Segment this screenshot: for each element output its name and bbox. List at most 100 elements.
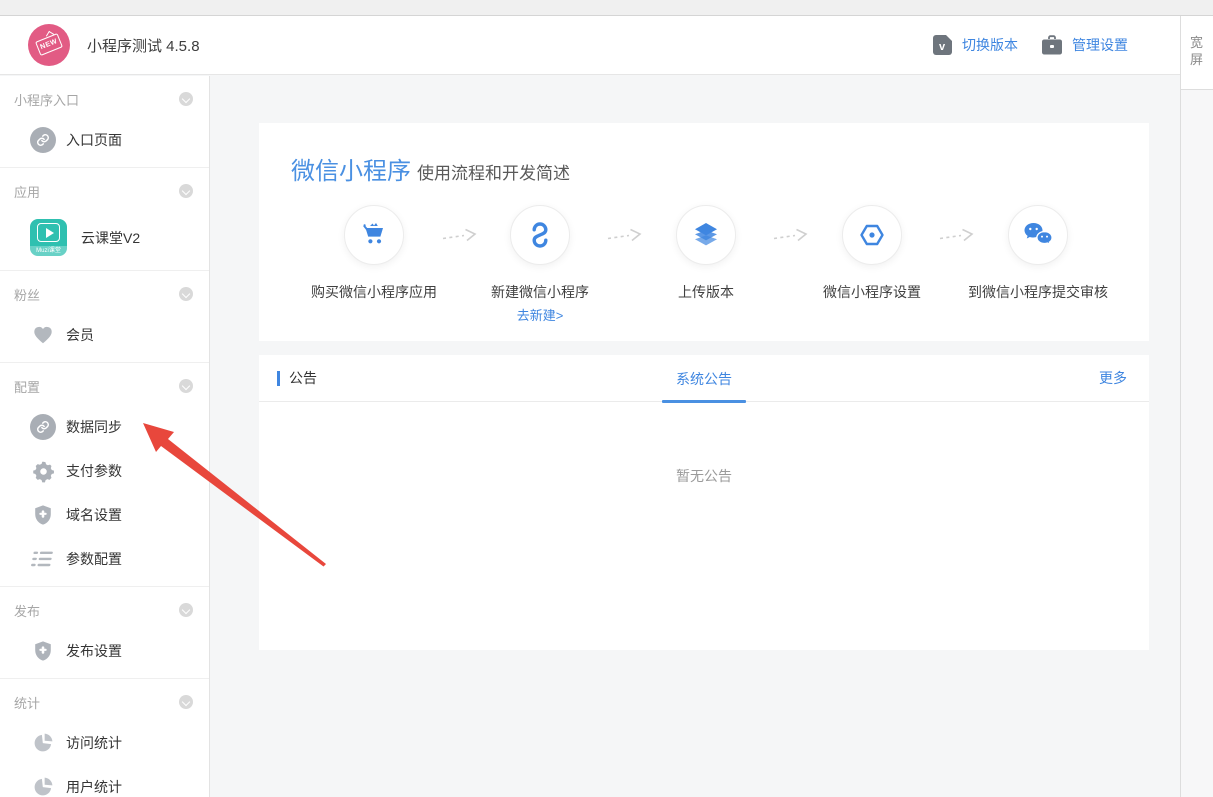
gear-icon (30, 458, 56, 484)
notice-title: 公告 (289, 368, 317, 388)
sidebar: 小程序入口 入口页面 应用 Muzi课堂 云课堂V2 粉丝 (0, 76, 210, 797)
sidebar-section-label: 应用 (14, 182, 40, 201)
flow-step-label: 微信小程序设置 (823, 282, 921, 302)
flow-step-label: 上传版本 (678, 282, 734, 302)
switch-version-link[interactable]: 切换版本 (962, 35, 1018, 55)
link-icon (30, 414, 56, 440)
notice-header: 公告 系统公告 更多 (259, 355, 1149, 402)
main-content: 微信小程序 使用流程和开发简述 购买微信小程序应用 新建微信小程序 去新建> (210, 76, 1180, 797)
sidebar-section-label: 统计 (14, 693, 40, 712)
flow-title-highlight: 微信小程序 (291, 151, 411, 186)
sidebar-item-label: 域名设置 (66, 505, 122, 525)
sidebar-item-domain-settings[interactable]: 域名设置 (0, 502, 209, 528)
sidebar-item-user-stats[interactable]: 用户统计 (0, 774, 209, 797)
shield-icon (30, 638, 56, 664)
sidebar-section-label: 配置 (14, 377, 40, 396)
dashed-arrow-icon (441, 226, 479, 244)
new-badge-logo-icon: NEW (28, 24, 70, 66)
notice-card: 公告 系统公告 更多 暂无公告 (259, 355, 1149, 650)
shield-icon (30, 502, 56, 528)
app-header: NEW 小程序测试 4.5.8 v 切换版本 管理设置 (0, 16, 1180, 75)
sidebar-item-entry-page[interactable]: 入口页面 (0, 127, 209, 153)
sidebar-section-apps: 应用 Muzi课堂 云课堂V2 (0, 168, 209, 271)
sidebar-section-label: 粉丝 (14, 285, 40, 304)
chevron-down-icon[interactable] (179, 695, 193, 709)
go-create-link[interactable]: 去新建> (517, 305, 564, 324)
sidebar-section-fans: 粉丝 会员 (0, 271, 209, 363)
flow-step-label: 到微信小程序提交审核 (968, 282, 1108, 302)
tab-system-notice[interactable]: 系统公告 (676, 355, 732, 402)
right-edge-panel: 宽 屏 (1180, 16, 1213, 797)
sidebar-item-label: 发布设置 (66, 641, 122, 661)
sidebar-item-label: 用户统计 (66, 777, 122, 797)
flow-title-rest: 使用流程和开发简述 (417, 159, 570, 184)
dashed-arrow-icon (772, 226, 810, 244)
sidebar-item-visit-stats[interactable]: 访问统计 (0, 730, 209, 756)
flow-step-buy: 购买微信小程序应用 (291, 205, 457, 324)
sidebar-section-publish: 发布 发布设置 (0, 587, 209, 679)
brand: NEW 小程序测试 4.5.8 (28, 24, 200, 66)
sidebar-section-config: 配置 数据同步 支付参数 域名设置 参数配置 (0, 363, 209, 587)
sidebar-section-stats: 统计 访问统计 用户统计 (0, 679, 209, 797)
flow-step-upload: 上传版本 (623, 205, 789, 324)
sidebar-item-label: 入口页面 (66, 130, 122, 150)
sidebar-item-publish-settings[interactable]: 发布设置 (0, 638, 209, 664)
chevron-down-icon[interactable] (179, 603, 193, 617)
sidebar-section-header[interactable]: 粉丝 (0, 284, 209, 304)
flow-steps: 购买微信小程序应用 新建微信小程序 去新建> 上传版本 微信小程序设置 (291, 205, 1121, 324)
chevron-down-icon[interactable] (179, 379, 193, 393)
sidebar-section-header[interactable]: 小程序入口 (0, 89, 209, 109)
sidebar-section-label: 发布 (14, 601, 40, 620)
widescreen-char: 屏 (1190, 51, 1213, 68)
chevron-down-icon[interactable] (179, 184, 193, 198)
pie-chart-icon (30, 774, 56, 797)
pie-chart-icon (30, 730, 56, 756)
sidebar-item-payment-params[interactable]: 支付参数 (0, 458, 209, 484)
link-icon (30, 127, 56, 153)
sidebar-section-header[interactable]: 应用 (0, 181, 209, 201)
sidebar-item-label: 数据同步 (66, 417, 122, 437)
briefcase-icon (1041, 35, 1063, 56)
cart-icon (344, 205, 404, 265)
dashed-arrow-icon (606, 226, 644, 244)
sidebar-item-data-sync[interactable]: 数据同步 (0, 414, 209, 440)
sidebar-item-cloud-classroom[interactable]: Muzi课堂 云课堂V2 (0, 219, 209, 256)
flow-step-label: 购买微信小程序应用 (311, 282, 437, 302)
chevron-down-icon[interactable] (179, 287, 193, 301)
flow-step-settings: 微信小程序设置 (789, 205, 955, 324)
layers-icon (676, 205, 736, 265)
sidebar-item-members[interactable]: 会员 (0, 322, 209, 348)
flow-step-submit: 到微信小程序提交审核 (955, 205, 1121, 324)
flow-card: 微信小程序 使用流程和开发简述 购买微信小程序应用 新建微信小程序 去新建> (259, 123, 1149, 341)
sidebar-section-header[interactable]: 统计 (0, 692, 209, 712)
hexagon-settings-icon (842, 205, 902, 265)
list-icon (30, 546, 56, 572)
empty-state-text: 暂无公告 (259, 466, 1149, 486)
version-icon: v (931, 35, 953, 56)
sidebar-section-header[interactable]: 发布 (0, 600, 209, 620)
new-tag-icon: NEW (35, 33, 63, 56)
accent-bar (277, 371, 280, 386)
flow-card-title: 微信小程序 使用流程和开发简述 (291, 151, 1121, 186)
sidebar-item-param-config[interactable]: 参数配置 (0, 546, 209, 572)
chevron-down-icon[interactable] (179, 92, 193, 106)
sidebar-item-label: 云课堂V2 (81, 228, 140, 248)
flow-step-create: 新建微信小程序 去新建> (457, 205, 623, 324)
admin-settings-link[interactable]: 管理设置 (1072, 35, 1128, 55)
sidebar-section-entry: 小程序入口 入口页面 (0, 76, 209, 168)
sidebar-item-label: 支付参数 (66, 461, 122, 481)
more-link[interactable]: 更多 (1099, 368, 1127, 388)
miniprogram-icon (510, 205, 570, 265)
flow-step-label: 新建微信小程序 (491, 282, 589, 302)
app-title: 小程序测试 4.5.8 (87, 35, 200, 56)
browser-strip (0, 0, 1213, 16)
header-actions: v 切换版本 管理设置 (931, 35, 1128, 56)
widescreen-char: 宽 (1190, 34, 1213, 51)
sidebar-section-label: 小程序入口 (14, 90, 79, 109)
heart-icon (30, 322, 56, 348)
widescreen-toggle[interactable]: 宽 屏 (1181, 16, 1213, 90)
sidebar-item-label: 参数配置 (66, 549, 122, 569)
sidebar-item-label: 访问统计 (66, 733, 122, 753)
dashed-arrow-icon (938, 226, 976, 244)
sidebar-section-header[interactable]: 配置 (0, 376, 209, 396)
